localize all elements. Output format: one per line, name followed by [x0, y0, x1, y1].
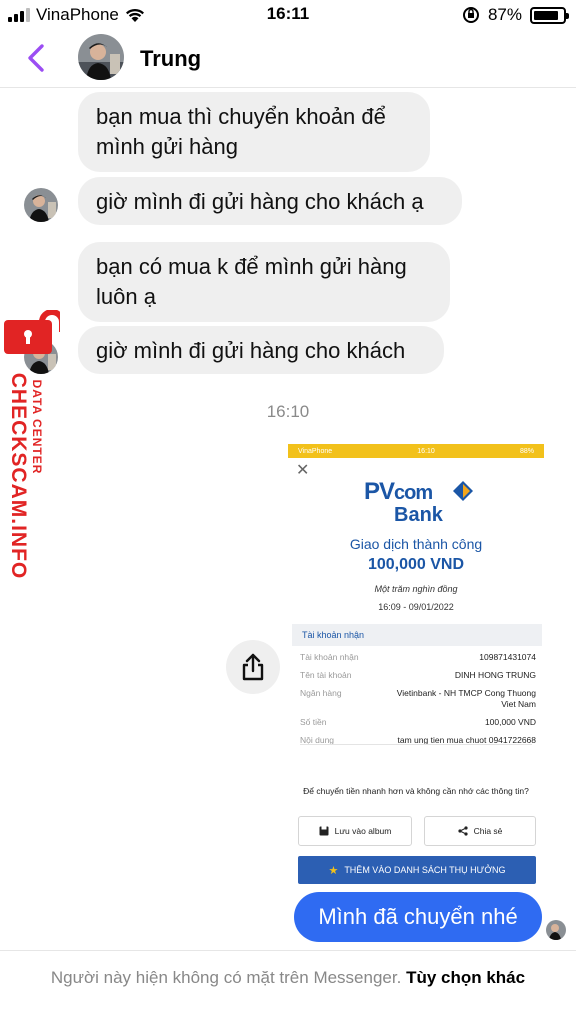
message-text: bạn mua thì chuyển khoản để mình gửi hàn… [96, 104, 386, 159]
battery-icon [530, 6, 569, 24]
receipt-time: 16:10 [417, 447, 435, 455]
status-bar: VinaPhone 16:11 87% [0, 0, 576, 30]
avatar-photo [78, 34, 124, 80]
orientation-lock-icon [462, 7, 479, 23]
transaction-amount: 100,000 VND [367, 556, 465, 573]
share-icon [242, 653, 264, 681]
save-to-album-button: Lưu vào album [298, 816, 412, 846]
detail-row: Tên tài khoản DINH HONG TRUNG [300, 670, 536, 680]
save-icon [319, 826, 329, 836]
divider [300, 744, 532, 745]
receipt-details: Tài khoản nhận 109871431074 Tên tài khoả… [300, 652, 536, 753]
watermark-title: CHECKSCAM.INFO [7, 372, 30, 580]
seen-indicator-avatar [546, 920, 566, 940]
share-receipt-button: Chia sẻ [424, 816, 536, 846]
detail-row: Ngân hàng Vietinbank - NH TMCP Cong Thuo… [300, 688, 536, 709]
section-title: Tài khoản nhận [292, 624, 542, 646]
detail-row: Tài khoản nhận 109871431074 [300, 652, 536, 662]
lock-icon [4, 310, 60, 354]
notice-text: Người này hiện không có mặt trên Messeng… [50, 968, 402, 987]
message-timestamp: 16:10 [266, 402, 310, 421]
pvcombank-logo: PVcom Bank [364, 478, 474, 528]
transaction-status: Giao dịch thành công [349, 536, 483, 552]
checkscam-watermark: DATA CENTER CHECKSCAM.INFO [2, 310, 62, 590]
sender-avatar[interactable] [24, 188, 58, 222]
message-bubble[interactable]: bạn mua thì chuyển khoản để mình gửi hàn… [78, 92, 430, 172]
status-right: 87% [462, 5, 569, 25]
message-text: Mình đã chuyển nhé [318, 904, 518, 929]
save-prompt: Để chuyển tiền nhanh hơn và không cần nh… [303, 786, 529, 796]
message-bubble[interactable]: giờ mình đi gửi hàng cho khách ạ [78, 177, 462, 225]
battery-percent: 87% [487, 5, 522, 24]
footer-divider [0, 950, 576, 951]
transaction-datetime: 16:09 - 09/01/2022 [378, 602, 454, 612]
message-text: bạn có mua k để mình gửi hàng luôn ạ [96, 254, 407, 309]
back-chevron-icon[interactable] [22, 42, 54, 74]
watermark-subtitle: DATA CENTER [30, 379, 44, 475]
share-nodes-icon [457, 826, 468, 836]
message-text: giờ mình đi gửi hàng cho khách [96, 338, 406, 363]
contact-avatar[interactable] [78, 34, 124, 80]
contact-name[interactable]: Trung [140, 46, 201, 72]
message-bubble[interactable]: giờ mình đi gửi hàng cho khách [78, 326, 444, 374]
receipt-battery: 88% [519, 447, 534, 455]
add-beneficiary-button: ★ THÊM VÀO DANH SÁCH THỤ HƯỞNG [298, 856, 536, 884]
message-text: giờ mình đi gửi hàng cho khách ạ [96, 189, 424, 214]
receipt-carrier: VinaPhone [298, 447, 333, 455]
more-options-link[interactable]: Tùy chọn khác [406, 968, 525, 987]
chat-header: Trung [0, 30, 576, 88]
receipt-status-bar: VinaPhone 16:10 88% [288, 444, 544, 458]
own-message-bubble[interactable]: Mình đã chuyển nhé [294, 892, 542, 942]
detail-row: Số tiền 100,000 VND [300, 717, 536, 727]
message-bubble[interactable]: bạn có mua k để mình gửi hàng luôn ạ [78, 242, 450, 322]
share-button[interactable] [226, 640, 280, 694]
bank-mark-icon [453, 481, 473, 501]
star-icon: ★ [328, 864, 339, 877]
unavailable-notice: Người này hiện không có mặt trên Messeng… [40, 966, 536, 990]
shared-receipt-image[interactable]: VinaPhone 16:10 88% ✕ PVcom Bank Giao dị… [288, 444, 544, 894]
avatar-photo [24, 188, 58, 222]
amount-in-words: Một trăm nghìn đồng [374, 584, 458, 594]
close-icon: ✕ [296, 462, 310, 479]
